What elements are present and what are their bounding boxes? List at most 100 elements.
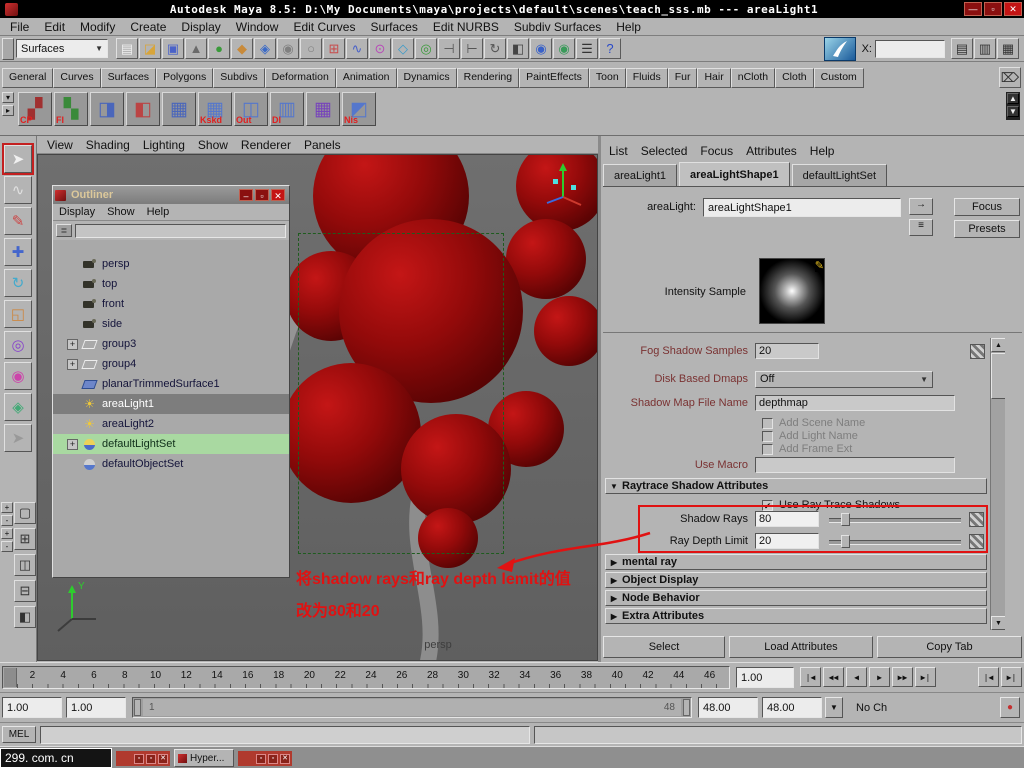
outliner-maximize-button[interactable]: ▫ [255, 189, 269, 201]
menu-item[interactable]: File [10, 20, 29, 34]
fog-shadow-samples-field[interactable]: 20 [755, 343, 819, 359]
menu-item[interactable]: Edit [44, 20, 65, 34]
quick-layout-edit-button[interactable]: - [1, 541, 13, 552]
layout-two-pane-side-button[interactable]: ◫ [14, 554, 36, 576]
tab-arealightshape1[interactable]: areaLightShape1 [679, 162, 790, 186]
layout-three-pane-button[interactable]: ◧ [14, 606, 36, 628]
render-settings-icon[interactable]: ☰ [576, 38, 598, 59]
snap-curve-icon[interactable]: ∿ [346, 38, 368, 59]
menu-item[interactable]: Modify [80, 20, 115, 34]
shelf-tab[interactable]: Polygons [156, 68, 214, 88]
open-scene-icon[interactable]: ◪ [139, 38, 161, 59]
key-step-button[interactable]: ▶| [1001, 667, 1022, 687]
render-current-frame-icon[interactable]: ◉ [530, 38, 552, 59]
minimized-window-bar[interactable]: ▫ ▫ ✕ [116, 751, 170, 766]
select-button[interactable]: Select [603, 636, 725, 658]
panel-menu-item[interactable]: Show [198, 138, 228, 152]
outliner-item-side[interactable]: side [53, 314, 289, 334]
key-step-button[interactable]: |◀ [978, 667, 999, 687]
panel-menu-item[interactable]: View [47, 138, 73, 152]
add-frame-ext-checkbox[interactable] [762, 443, 773, 455]
menu-item[interactable]: Window [236, 20, 279, 34]
focus-button[interactable]: Focus [954, 198, 1020, 216]
ae-menu-item[interactable]: Attributes [746, 144, 797, 158]
load-attributes-button[interactable]: Load Attributes [729, 636, 873, 658]
quick-layout-edit-button[interactable]: + [1, 502, 13, 513]
min-window-close-icon[interactable]: ✕ [158, 753, 168, 764]
layout-single-pane-button[interactable]: ▢ [14, 502, 36, 524]
ae-section-header[interactable]: ▶ Object Display [605, 572, 987, 588]
minimize-button[interactable]: — [964, 2, 982, 16]
outliner-titlebar[interactable]: Outliner – ▫ ✕ [53, 186, 289, 204]
shelf-tab[interactable]: Fluids [625, 68, 668, 88]
close-button[interactable]: ✕ [1004, 2, 1022, 16]
ipr-render-icon[interactable]: ◉ [553, 38, 575, 59]
presets-button[interactable]: Presets [954, 220, 1020, 238]
texture-map-button[interactable] [970, 343, 985, 359]
use-macro-field[interactable] [755, 457, 955, 473]
x-coord-field[interactable] [875, 39, 945, 58]
playback-button[interactable]: ▶ [869, 667, 890, 687]
outliner-item-arealight2[interactable]: areaLight2 [53, 414, 289, 434]
ae-menu-item[interactable]: Focus [700, 144, 733, 158]
shelf-button-surface2[interactable]: ◧ [126, 92, 160, 126]
current-time-field[interactable]: 1.00 [736, 667, 794, 688]
minimized-window-bar[interactable]: ▫ ▫ ✕ [238, 751, 292, 766]
shelf-tab[interactable]: Hair [697, 68, 731, 88]
panel-menu-item[interactable]: Shading [86, 138, 130, 152]
shelf-button-di[interactable]: ▥ DI [270, 92, 304, 126]
new-scene-icon[interactable]: ▤ [116, 38, 138, 59]
shelf-tab[interactable]: Toon [588, 68, 626, 88]
shelf-tab[interactable]: Subdivs [213, 68, 265, 88]
shelf-tab[interactable]: Cloth [775, 68, 814, 88]
range-handle-left[interactable] [134, 699, 141, 716]
min-window-minimize-icon[interactable]: ▫ [256, 753, 266, 764]
shelf-tab[interactable]: Rendering [456, 68, 520, 88]
rotate-tool[interactable]: ↻ [4, 269, 32, 297]
construction-history-icon[interactable]: ↻ [484, 38, 506, 59]
snap-plane-icon[interactable]: ◇ [392, 38, 414, 59]
ae-menu-item[interactable]: Selected [641, 144, 688, 158]
menu-item[interactable]: Display [181, 20, 220, 34]
layout-four-pane-button[interactable]: ⊞ [14, 528, 36, 550]
outliner-item-arealight1[interactable]: areaLight1 [53, 394, 289, 414]
outliner-item-group4[interactable]: + group4 [53, 354, 289, 374]
outliner-item-persp[interactable]: persp [53, 254, 289, 274]
playback-button[interactable]: ▶▶ [892, 667, 913, 687]
min-window-maximize-icon[interactable]: ▫ [146, 753, 156, 764]
menu-item[interactable]: Edit NURBS [433, 20, 499, 34]
ae-menu-item[interactable]: Help [810, 144, 835, 158]
select-tool[interactable]: ➤ [2, 143, 34, 175]
show-manipulator-tool[interactable]: ◈ [4, 393, 32, 421]
scrollbar-thumb[interactable] [991, 353, 1005, 399]
snap-grid-icon[interactable]: ⊞ [323, 38, 345, 59]
output-connections-icon[interactable]: ⊢ [461, 38, 483, 59]
disk-based-dmaps-dropdown[interactable]: Off [755, 370, 933, 388]
tool-settings-toggle-icon[interactable]: ▥ [974, 38, 996, 59]
panel-menu-item[interactable]: Panels [304, 138, 341, 152]
select-component-icon[interactable]: ◆ [231, 38, 253, 59]
shelf-button-fi[interactable]: ▚ FI [54, 92, 88, 126]
move-tool[interactable]: ✚ [4, 238, 32, 266]
ae-section-header[interactable]: ▶ mental ray [605, 554, 987, 570]
outliner-menu-item[interactable]: Help [147, 206, 170, 218]
playback-end-field[interactable]: 48.00 [762, 697, 822, 718]
shelf-tab[interactable]: Deformation [264, 68, 336, 88]
shelf-button-cp[interactable]: ▞ CP [18, 92, 52, 126]
shelf-menu-icon[interactable]: ▸ [2, 105, 14, 116]
playback-button[interactable]: |◀ [800, 667, 821, 687]
copy-tab-button[interactable]: Copy Tab [877, 636, 1022, 658]
maximize-button[interactable]: ▫ [984, 2, 1002, 16]
mel-toggle-button[interactable]: MEL [2, 726, 36, 743]
quick-layout-edit-button[interactable]: + [1, 528, 13, 539]
channel-box-toggle-icon[interactable]: ▦ [997, 38, 1019, 59]
select-mask-icon[interactable]: ◈ [254, 38, 276, 59]
trash-icon[interactable]: ⌦ [999, 67, 1021, 88]
outliner-close-button[interactable]: ✕ [271, 189, 285, 201]
last-tool[interactable]: ➤ [4, 424, 32, 452]
open-render-view-icon[interactable]: ◧ [507, 38, 529, 59]
shelf-tab[interactable]: nCloth [730, 68, 776, 88]
shelf-tab[interactable]: PaintEffects [519, 68, 589, 88]
menu-item[interactable]: Subdiv Surfaces [514, 20, 601, 34]
layout-two-pane-stacked-button[interactable]: ⊟ [14, 580, 36, 602]
